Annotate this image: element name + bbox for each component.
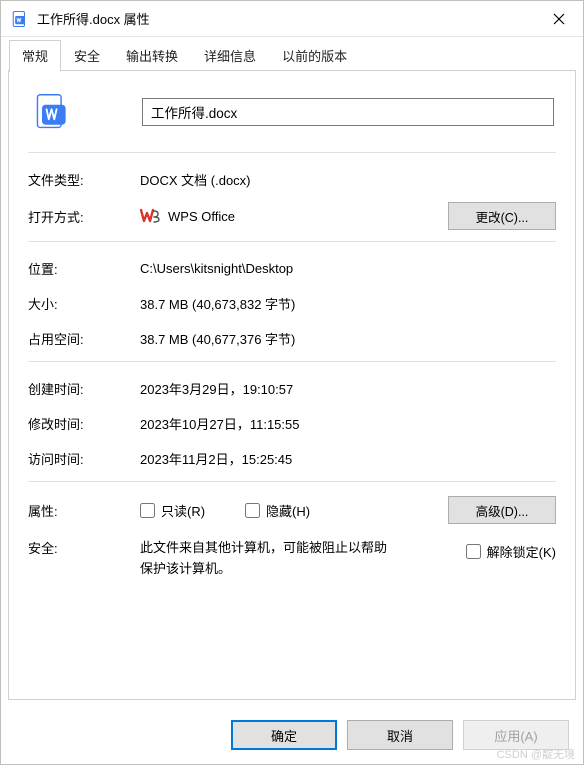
location-value: C:\Users\kitsnight\Desktop — [140, 261, 556, 276]
unblock-input[interactable] — [466, 544, 481, 559]
tab-previous-versions[interactable]: 以前的版本 — [269, 40, 360, 72]
opens-with-value: WPS Office — [168, 209, 235, 224]
size-value: 38.7 MB (40,673,832 字节) — [140, 294, 556, 313]
opens-with-label: 打开方式: — [28, 207, 140, 226]
created-label: 创建时间: — [28, 379, 140, 398]
close-button[interactable] — [535, 2, 583, 36]
advanced-button[interactable]: 高级(D)... — [448, 496, 556, 524]
filetype-label: 文件类型: — [28, 170, 140, 189]
tab-details[interactable]: 详细信息 — [191, 40, 269, 72]
attributes-label: 属性: — [28, 501, 140, 520]
tab-general[interactable]: 常规 — [9, 40, 61, 72]
tab-output[interactable]: 输出转换 — [113, 40, 191, 72]
tab-strip: 常规 安全 输出转换 详细信息 以前的版本 — [1, 37, 583, 71]
size-label: 大小: — [28, 294, 140, 313]
apply-button: 应用(A) — [463, 720, 569, 750]
modified-label: 修改时间: — [28, 414, 140, 433]
size-on-disk-value: 38.7 MB (40,677,376 字节) — [140, 329, 556, 348]
tab-security[interactable]: 安全 — [61, 40, 113, 72]
security-message: 此文件来自其他计算机，可能被阻止以帮助保护该计算机。 — [140, 538, 390, 580]
ok-button[interactable]: 确定 — [231, 720, 337, 750]
general-panel: 文件类型: DOCX 文档 (.docx) 打开方式: WPS Office 更… — [8, 70, 576, 700]
tab-label: 输出转换 — [126, 49, 178, 64]
size-on-disk-label: 占用空间: — [28, 329, 140, 348]
security-label: 安全: — [28, 538, 140, 557]
doc-file-icon — [11, 10, 29, 28]
tab-label: 常规 — [22, 49, 48, 64]
cancel-button[interactable]: 取消 — [347, 720, 453, 750]
hidden-input[interactable] — [245, 503, 260, 518]
location-label: 位置: — [28, 259, 140, 278]
separator — [28, 361, 556, 362]
wps-office-icon — [140, 208, 160, 224]
filename-input[interactable] — [142, 98, 554, 126]
title-bar: 工作所得.docx 属性 — [1, 1, 583, 37]
separator — [28, 152, 556, 153]
modified-value: 2023年10月27日，11:15:55 — [140, 414, 556, 433]
readonly-checkbox[interactable]: 只读(R) — [140, 501, 205, 520]
unblock-checkbox[interactable]: 解除锁定(K) — [466, 542, 556, 561]
tab-label: 安全 — [74, 49, 100, 64]
accessed-label: 访问时间: — [28, 449, 140, 468]
tab-label: 以前的版本 — [282, 49, 347, 64]
hidden-label: 隐藏(H) — [266, 501, 310, 520]
readonly-label: 只读(R) — [161, 501, 205, 520]
tab-label: 详细信息 — [204, 49, 256, 64]
separator — [28, 241, 556, 242]
separator — [28, 481, 556, 482]
created-value: 2023年3月29日，19:10:57 — [140, 379, 556, 398]
readonly-input[interactable] — [140, 503, 155, 518]
unblock-label: 解除锁定(K) — [487, 542, 556, 561]
filetype-value: DOCX 文档 (.docx) — [140, 170, 556, 189]
accessed-value: 2023年11月2日，15:25:45 — [140, 449, 556, 468]
window-title: 工作所得.docx 属性 — [37, 9, 535, 28]
change-app-button[interactable]: 更改(C)... — [448, 202, 556, 230]
hidden-checkbox[interactable]: 隐藏(H) — [245, 501, 310, 520]
doc-file-icon-large — [32, 92, 72, 132]
dialog-footer: 确定 取消 应用(A) — [1, 706, 583, 764]
